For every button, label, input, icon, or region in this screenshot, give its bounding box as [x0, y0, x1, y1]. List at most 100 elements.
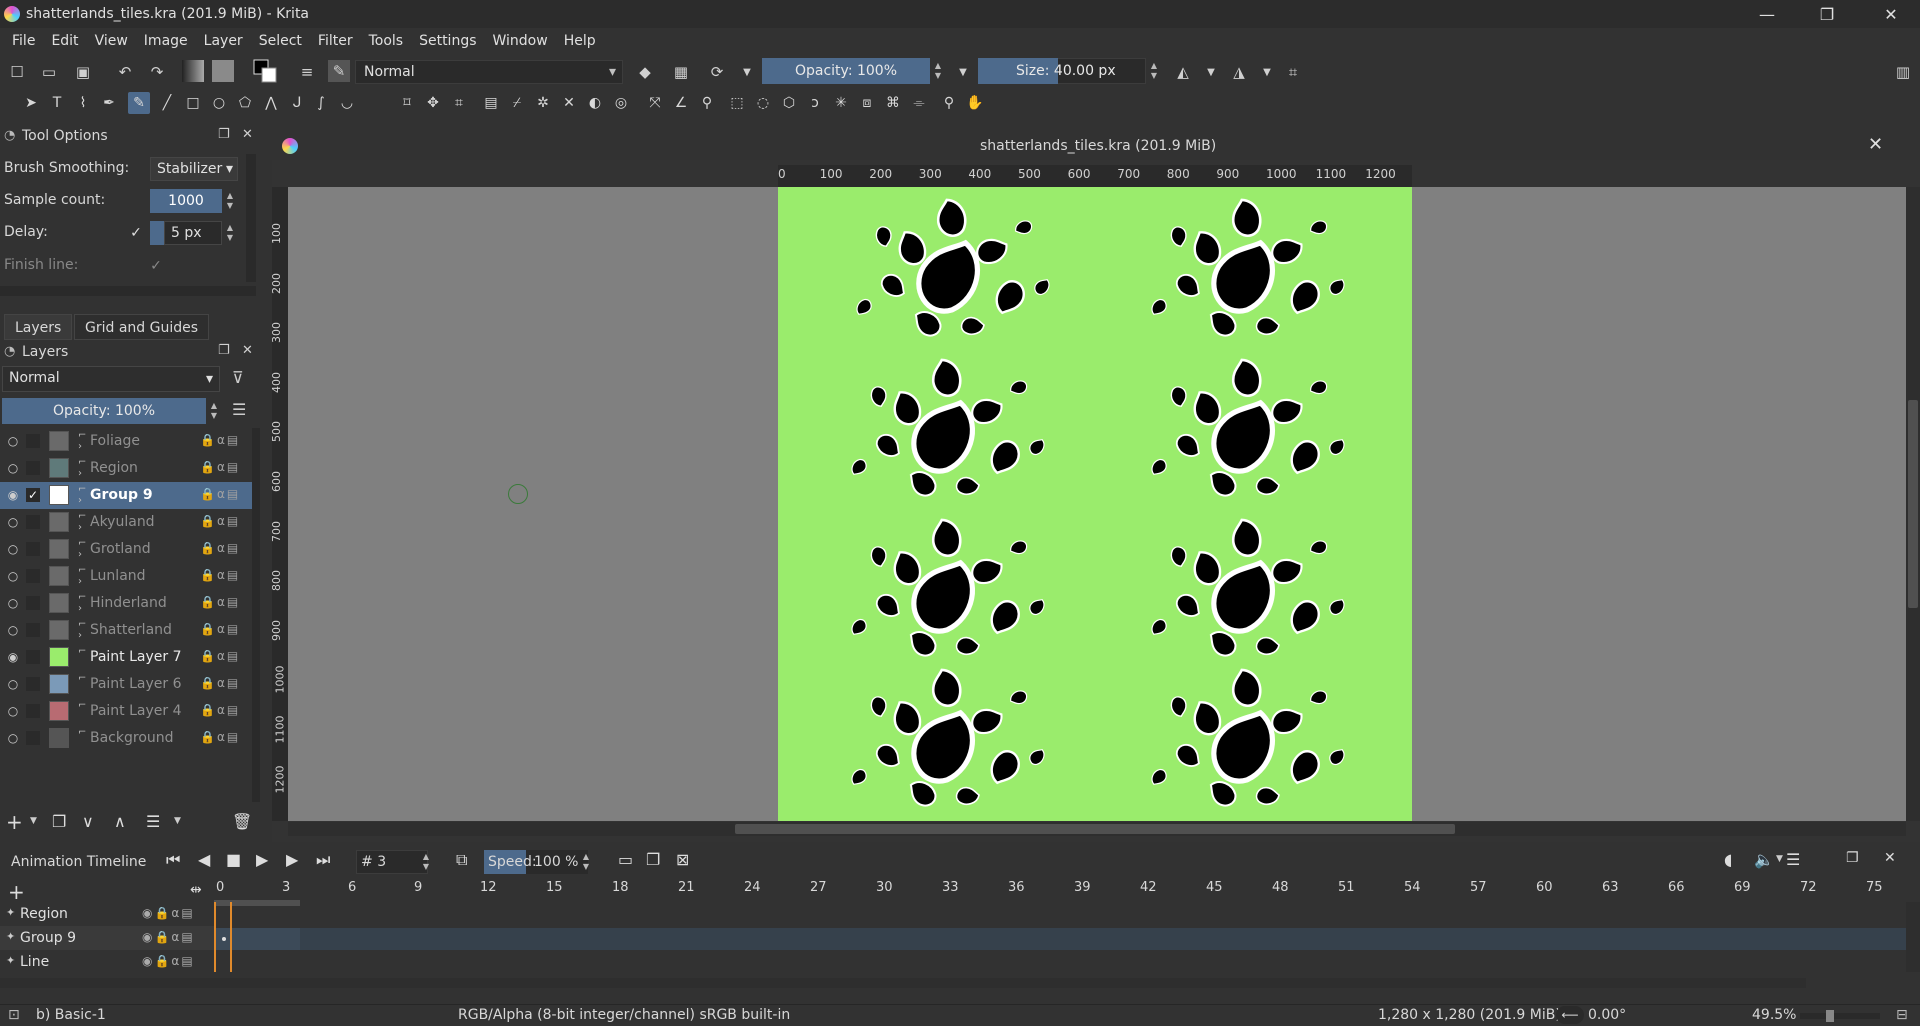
sample-count-field[interactable]: 1000 [150, 189, 222, 213]
similar-selection-icon[interactable]: ⧈ [856, 92, 878, 114]
menu-select[interactable]: Select [251, 33, 310, 49]
onion-skins-icon[interactable]: ◖ [1724, 850, 1732, 869]
layer-select-checkbox[interactable] [26, 596, 40, 610]
canvas-vscrollbar-thumb[interactable] [1908, 400, 1918, 608]
menu-image[interactable]: Image [136, 33, 196, 49]
calligraphy-tool-icon[interactable]: ✒ [98, 92, 120, 114]
polygonal-selection-icon[interactable]: ⬡ [778, 92, 800, 114]
reference-tool-icon[interactable]: ◎ [610, 92, 632, 114]
layer-row[interactable]: ○ ⌐ › Hinderland 🔒α▤ [0, 590, 258, 617]
next-frame-icon[interactable]: ▶ [286, 850, 298, 869]
layer-row[interactable]: ○ ⌐ Paint Layer 6 🔒α▤ [0, 671, 258, 698]
expand-group-icon[interactable]: ⌐ › [78, 511, 86, 533]
menu-window[interactable]: Window [485, 33, 556, 49]
chevron-down-icon[interactable]: ▼ [174, 816, 181, 826]
edit-shapes-tool-icon[interactable]: ⌇ [72, 92, 94, 114]
eye-hidden-icon[interactable]: ○ [5, 541, 21, 557]
menu-edit[interactable]: Edit [43, 33, 86, 49]
expand-group-icon[interactable]: ⌐ › [78, 430, 86, 452]
layer-select-checkbox[interactable] [26, 623, 40, 637]
zoom-slider-handle[interactable] [1826, 1010, 1834, 1022]
layer-row[interactable]: ○ ⌐ › Akyuland 🔒α▤ [0, 509, 258, 536]
expand-group-icon[interactable]: ⌐ › [78, 538, 86, 560]
current-frame-field[interactable]: # 3 [356, 850, 428, 874]
layer-select-checkbox[interactable] [26, 731, 40, 745]
layer-select-checkbox[interactable] [26, 704, 40, 718]
float-docker-icon[interactable]: ❐ [218, 343, 230, 358]
assistant-tool-icon[interactable]: ✲ [532, 92, 554, 114]
timeline-hscrollbar[interactable] [0, 978, 1806, 988]
polyline-tool-icon[interactable]: ⋀ [260, 92, 282, 114]
canvas-hscrollbar-thumb[interactable] [735, 824, 1455, 834]
expand-group-icon[interactable]: ⌐ › [78, 484, 86, 506]
frame-spinner[interactable]: ▲ ▼ [420, 849, 432, 875]
eye-hidden-icon[interactable]: ○ [5, 703, 21, 719]
layer-row[interactable]: ○ ⌐ › Region 🔒α▤ [0, 455, 258, 482]
chevron-down-icon[interactable]: ▼ [1200, 61, 1222, 83]
layer-flags-icons[interactable]: 🔒α▤ [200, 487, 240, 501]
drop-frames-icon[interactable]: ▭ [618, 850, 633, 869]
delay-checkbox[interactable]: ✓ [128, 225, 144, 241]
menu-file[interactable]: File [4, 33, 43, 49]
chevron-down-icon[interactable]: ▼ [1776, 854, 1783, 864]
rectangular-selection-icon[interactable]: ⬚ [726, 92, 748, 114]
rectangle-tool-icon[interactable]: □ [182, 92, 204, 114]
layer-options-menu-icon[interactable]: ☰ [232, 400, 246, 419]
layer-select-checkbox[interactable] [26, 569, 40, 583]
gradient-tool-icon[interactable]: ▤ [480, 92, 502, 114]
delete-layer-icon[interactable]: 🗑 [232, 812, 252, 831]
float-docker-icon[interactable]: ❐ [1846, 850, 1859, 866]
layer-flags-icons[interactable]: 🔒α▤ [200, 514, 240, 528]
layer-opacity-spinner[interactable]: ▲ ▼ [208, 398, 220, 424]
mirror-vertical-icon[interactable]: ◮ [1228, 61, 1250, 83]
volume-icon[interactable]: 🔈 [1754, 850, 1774, 869]
timeline-vscrollbar[interactable] [1906, 902, 1920, 972]
redo-icon[interactable]: ↷ [146, 61, 168, 83]
eye-hidden-icon[interactable]: ○ [5, 730, 21, 746]
chevron-down-icon[interactable]: ▼ [30, 816, 37, 826]
layer-row[interactable]: ◉ ✓ ⌐ › Group 9 🔒α▤ [0, 482, 258, 509]
menu-filter[interactable]: Filter [310, 33, 361, 49]
brush-settings-icon[interactable]: ≡ [296, 61, 318, 83]
layer-flags-icons[interactable]: 🔒α▤ [200, 433, 240, 447]
layer-flags-icons[interactable]: 🔒α▤ [200, 568, 240, 582]
freehand-brush-tool-icon[interactable]: ✎ [128, 92, 150, 114]
ellipse-tool-icon[interactable]: ○ [208, 92, 230, 114]
timeline-layer-row[interactable]: ✦ Line ◉🔒α▤ [0, 950, 214, 974]
onion-skin-icon[interactable]: ❐ [646, 850, 660, 869]
layer-properties-icon[interactable]: ☰ [146, 812, 160, 831]
filter-icon[interactable]: ⊽ [232, 368, 244, 387]
opacity-slider[interactable]: Opacity: 100% [762, 58, 930, 84]
layer-row[interactable]: ○ ⌐ › Foliage 🔒α▤ [0, 428, 258, 455]
layers-scrollbar[interactable] [252, 428, 260, 802]
layer-row[interactable]: ○ ⌐ Background 🔒α▤ [0, 725, 258, 752]
delay-spinner[interactable]: ▲ ▼ [224, 220, 236, 246]
duplicate-layer-icon[interactable]: ❐ [52, 812, 66, 831]
layer-blend-mode-select[interactable]: Normal ▾ [2, 366, 220, 392]
timeline-layer-flags-icons[interactable]: ◉🔒α▤ [142, 930, 195, 944]
eye-hidden-icon[interactable]: ○ [5, 676, 21, 692]
chevron-down-icon[interactable]: ▼ [952, 61, 974, 83]
blend-mode-select[interactable]: Normal ▾ [355, 60, 623, 84]
layer-row[interactable]: ○ ⌐ › Grotland 🔒α▤ [0, 536, 258, 563]
layer-flags-icons[interactable]: 🔒α▤ [200, 676, 240, 690]
magnetic-selection-icon[interactable]: ⌯ [908, 92, 930, 114]
move-tool-icon[interactable]: ✥ [422, 92, 444, 114]
select-shapes-tool-icon[interactable]: ➤ [20, 92, 42, 114]
brush-preset-icon[interactable]: ✎ [328, 60, 350, 82]
timeline-menu-icon[interactable]: ☰ [1786, 850, 1800, 869]
selection-icon[interactable]: ⊡ [8, 1007, 20, 1023]
assistant-editor-icon[interactable]: ⤧ [644, 92, 666, 114]
layer-select-checkbox[interactable] [26, 461, 40, 475]
polygon-tool-icon[interactable]: ⬠ [234, 92, 256, 114]
wrap-around-icon[interactable]: ⌗ [1282, 61, 1304, 83]
eye-hidden-icon[interactable]: ○ [5, 568, 21, 584]
pin-icon[interactable]: ✦ [6, 930, 15, 943]
fill-tool-icon[interactable]: ◐ [584, 92, 606, 114]
size-spinner[interactable]: ▲ ▼ [1148, 58, 1160, 84]
layer-select-checkbox[interactable] [26, 515, 40, 529]
tool-options-hscrollbar[interactable] [0, 286, 256, 296]
layer-select-checkbox[interactable] [26, 677, 40, 691]
fps-toggle-icon[interactable]: ⧉ [456, 850, 467, 870]
pin-icon[interactable]: ✦ [6, 954, 15, 967]
